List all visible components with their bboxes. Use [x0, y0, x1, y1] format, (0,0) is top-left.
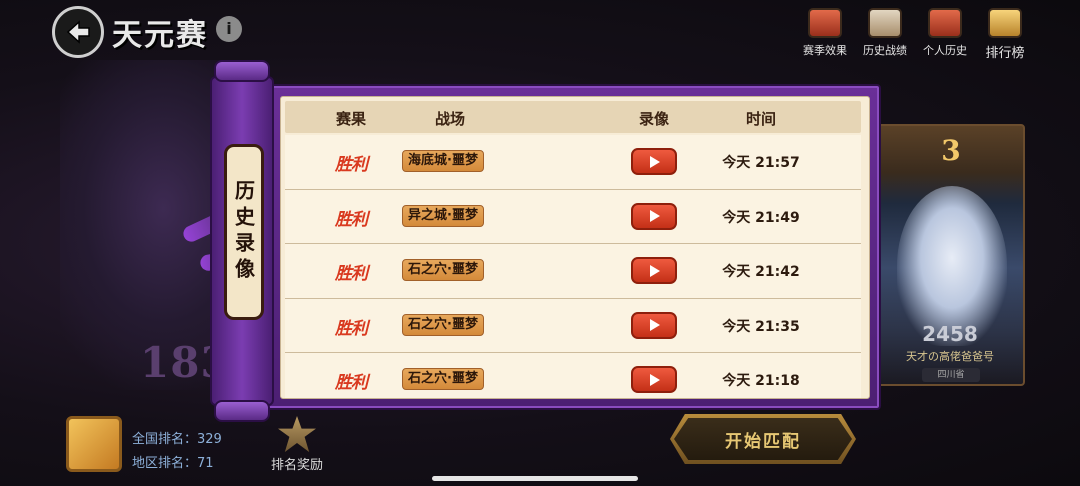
personal-history-icon: [928, 8, 962, 38]
result-text: 胜利: [335, 209, 368, 230]
play-icon: [650, 319, 660, 331]
player-region: 四川省: [922, 368, 980, 382]
season-effect-label: 赛季效果: [803, 44, 847, 57]
rank-badge: 3: [941, 134, 961, 167]
dialog-scroll-banner: 历史录像: [210, 60, 274, 422]
history-record-button[interactable]: 历史战绩: [860, 8, 910, 61]
scroll-cap-top: [214, 60, 270, 82]
player-name: 天才の高佬爸爸号: [906, 350, 994, 363]
table-header: 赛果 战场 录像 时间: [285, 101, 861, 133]
back-arrow-icon: [66, 20, 90, 44]
player-avatar[interactable]: [66, 416, 122, 472]
result-text: 胜利: [335, 373, 368, 393]
table-row: 胜利 石之穴·噩梦 今天 21:35: [285, 298, 861, 353]
header-replay: 录像: [638, 110, 670, 128]
replay-rows: 胜利 海底城·噩梦 今天 21:57 胜利 异之城·噩梦 今天 21:49 胜利…: [285, 135, 861, 398]
play-replay-button[interactable]: [631, 257, 677, 284]
match-time: 今天 21:35: [722, 318, 800, 335]
rank-reward-button[interactable]: 排名奖励: [262, 416, 332, 473]
rank-reward-icon: [278, 416, 316, 452]
battlefield-badge: 海底城·噩梦: [402, 150, 484, 172]
play-icon: [650, 210, 660, 222]
table-row: 胜利 石之穴·噩梦 今天 21:18: [285, 353, 861, 398]
scroll-body: 历史录像: [210, 76, 274, 406]
play-replay-button[interactable]: [631, 311, 677, 339]
start-match-label: 开始匹配: [725, 431, 801, 452]
rank-reward-label: 排名奖励: [270, 458, 323, 473]
match-time: 今天 21:49: [722, 209, 800, 226]
history-record-icon: [868, 8, 902, 38]
leaderboard-label: 排行榜: [985, 46, 1025, 61]
play-icon: [650, 264, 660, 277]
replay-table: 赛果 战场 录像 时间 胜利 海底城·噩梦 今天 21:57 胜利 异之城·噩梦…: [280, 96, 870, 399]
header-battlefield: 战场: [434, 110, 466, 128]
regional-rank: 地区排名：71: [132, 456, 214, 471]
personal-history-label: 个人历史: [923, 44, 967, 57]
battlefield-badge: 石之穴·噩梦: [402, 259, 484, 281]
play-replay-button[interactable]: [631, 202, 677, 230]
match-time: 今天 21:57: [722, 155, 800, 171]
play-replay-button[interactable]: [631, 148, 677, 175]
result-text: 胜利: [335, 318, 368, 339]
back-button[interactable]: [52, 6, 104, 58]
top-player-card[interactable]: 3 2458 天才の高佬爸爸号 四川省: [875, 124, 1025, 386]
battlefield-badge: 石之穴·噩梦: [402, 313, 484, 336]
table-row: 胜利 异之城·噩梦 今天 21:49: [285, 189, 861, 244]
info-icon[interactable]: i: [216, 16, 242, 42]
personal-history-button[interactable]: 个人历史: [920, 8, 970, 61]
header-time: 时间: [745, 110, 777, 128]
history-record-label: 历史战绩: [863, 44, 907, 57]
result-text: 胜利: [335, 264, 368, 284]
header-result: 赛果: [335, 110, 367, 128]
battlefield-badge: 异之城·噩梦: [402, 204, 484, 227]
leaderboard-icon: [988, 8, 1022, 38]
history-replay-dialog: 赛果 战场 录像 时间 胜利 海底城·噩梦 今天 21:57 胜利 异之城·噩梦…: [264, 84, 881, 410]
battlefield-badge: 石之穴·噩梦: [402, 368, 484, 390]
home-indicator[interactable]: [432, 476, 638, 481]
season-effect-icon: [808, 8, 842, 38]
player-score: 2458: [922, 322, 978, 346]
scroll-label-box: 历史录像: [224, 144, 264, 320]
match-time: 今天 21:42: [722, 264, 800, 280]
result-text: 胜利: [335, 155, 368, 175]
match-time: 今天 21:18: [722, 373, 800, 389]
leaderboard-button[interactable]: 排行榜: [980, 8, 1030, 61]
play-icon: [650, 373, 660, 386]
start-match-button[interactable]: 开始匹配: [670, 414, 856, 464]
play-icon: [650, 155, 660, 168]
table-row: 胜利 石之穴·噩梦 今天 21:42: [285, 244, 861, 299]
dialog-title: 历史录像: [231, 180, 256, 284]
top-menu: 赛季效果 历史战绩 个人历史 排行榜: [800, 8, 1030, 61]
page-title: 天元赛: [112, 18, 208, 53]
play-replay-button[interactable]: [631, 366, 677, 393]
season-effect-button[interactable]: 赛季效果: [800, 8, 850, 61]
table-row: 胜利 海底城·噩梦 今天 21:57: [285, 135, 861, 190]
national-rank: 全国排名：329: [132, 432, 222, 447]
